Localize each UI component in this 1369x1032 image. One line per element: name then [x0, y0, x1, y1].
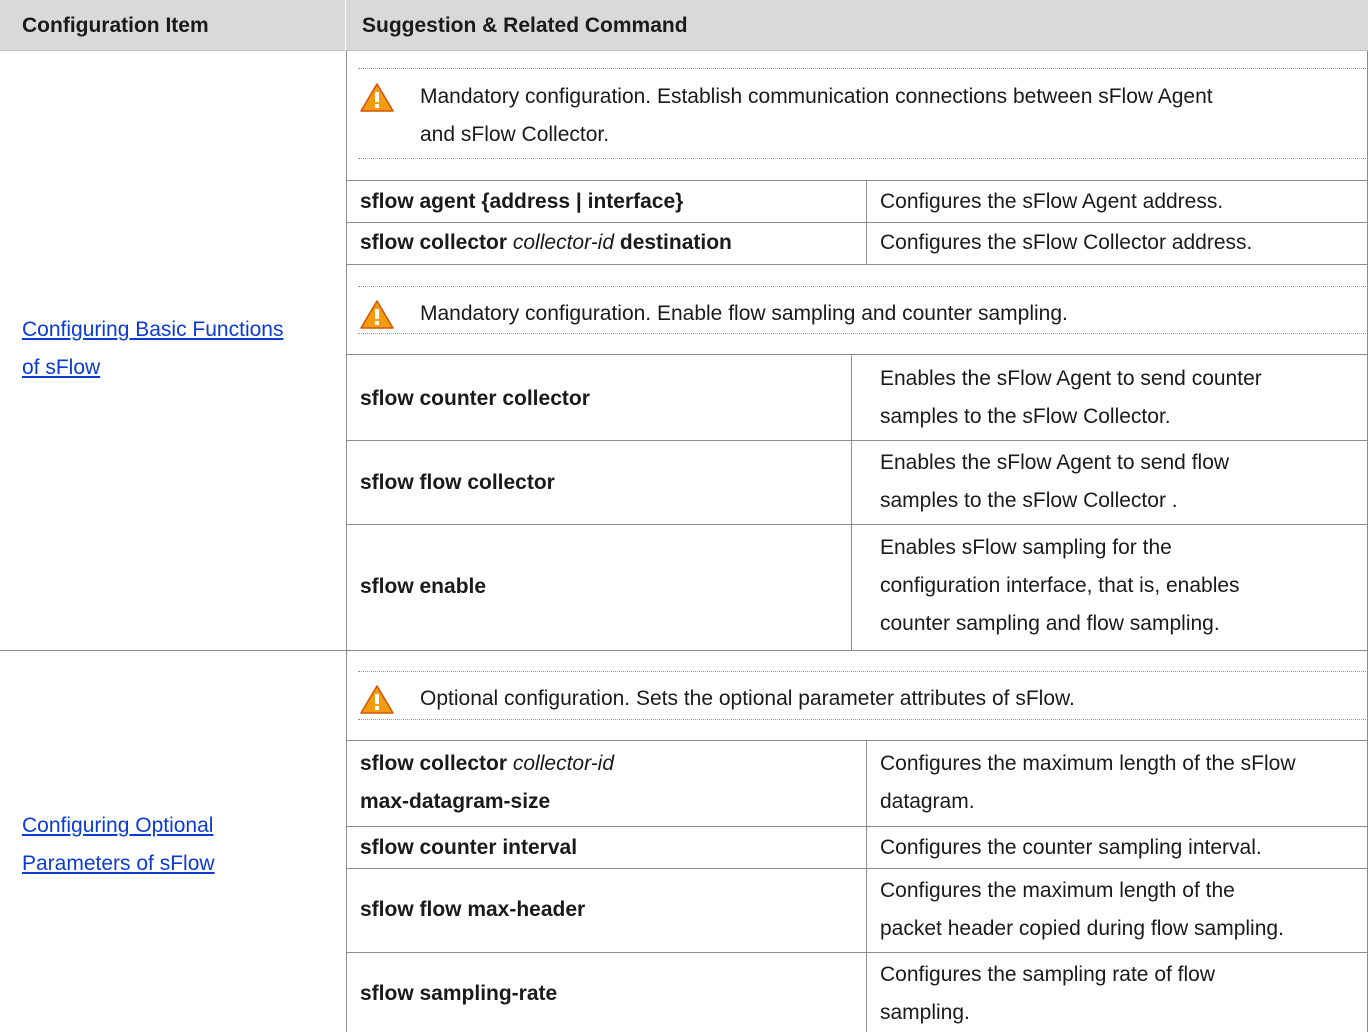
command-sflow-counter-interval: sflow counter interval: [360, 836, 578, 859]
note-text: Mandatory configuration. Establish commu…: [420, 78, 1369, 154]
row-divider: [346, 740, 1368, 741]
column-divider: [346, 51, 347, 1032]
description: Enables the sFlow Agent to send counter …: [880, 360, 1360, 436]
row-divider: [346, 524, 1368, 525]
link-line-1: Configuring Optional: [22, 814, 214, 837]
description: Enables the sFlow Agent to send flow sam…: [880, 444, 1360, 520]
description: Configures the counter sampling interval…: [880, 836, 1262, 859]
desc-line: counter sampling and flow sampling.: [880, 612, 1220, 635]
command-sflow-flow-collector: sflow flow collector: [360, 471, 555, 494]
section-basic-functions-cell: Configuring Basic Functions of sFlow: [0, 311, 346, 387]
row-divider: [346, 868, 1368, 869]
cmd-desc-divider: [866, 740, 867, 1032]
note-line-1: Mandatory configuration. Establish commu…: [420, 85, 1213, 108]
section-optional-parameters-cell: Configuring Optional Parameters of sFlow: [0, 807, 346, 883]
desc-line: datagram.: [880, 790, 975, 813]
mandatory-note-2: Mandatory configuration. Enable flow sam…: [360, 295, 1350, 333]
note-dotted-top: [358, 671, 1366, 672]
warning-triangle-icon: [360, 83, 394, 112]
cmd-param: collector-id: [512, 231, 615, 254]
note-dotted-bottom: [358, 158, 1366, 159]
desc-line: samples to the sFlow Collector .: [880, 489, 1178, 512]
description: Enables sFlow sampling for the configura…: [880, 529, 1360, 643]
cmd-part: max-datagram-size: [360, 790, 551, 813]
description: Configures the maximum length of the pac…: [880, 872, 1360, 948]
command-sflow-enable: sflow enable: [360, 575, 487, 598]
note-text: Mandatory configuration. Enable flow sam…: [420, 302, 1068, 325]
desc-line: samples to the sFlow Collector.: [880, 405, 1171, 428]
command-sflow-flow-max-header: sflow flow max-header: [360, 898, 586, 921]
table-right-border: [1367, 51, 1368, 1032]
command-sflow-agent: sflow agent {address | interface}: [360, 190, 684, 213]
description: Configures the sFlow Agent address.: [880, 190, 1224, 213]
desc-line: Enables the sFlow Agent to send counter: [880, 367, 1262, 390]
section-divider: [0, 650, 1368, 651]
row-divider: [346, 952, 1368, 953]
row-divider: [346, 222, 1368, 223]
link-configuring-optional-parameters[interactable]: Configuring Optional Parameters of sFlow: [22, 814, 215, 875]
cmd-part: destination: [619, 231, 732, 254]
description: Configures the sampling rate of flow sam…: [880, 956, 1360, 1032]
header-suggestion-command: Suggestion & Related Command: [346, 0, 1368, 51]
command-sflow-counter-collector: sflow counter collector: [360, 387, 590, 410]
command-sflow-collector-max-datagram-size: sflow collector collector-id max-datagra…: [360, 745, 860, 821]
note-dotted-bottom: [358, 333, 1366, 334]
command-sflow-collector-destination: sflow collector collector-id destination: [360, 224, 860, 262]
mandatory-note-1: Mandatory configuration. Establish commu…: [360, 78, 1350, 158]
header-configuration-item: Configuration Item: [0, 0, 346, 51]
desc-line: Enables sFlow sampling for the: [880, 536, 1172, 559]
row-divider: [346, 180, 1368, 181]
row-divider: [346, 264, 1368, 265]
note-dotted-top: [358, 286, 1366, 287]
row-divider: [346, 440, 1368, 441]
warning-triangle-icon: [360, 300, 394, 329]
desc-line: configuration interface, that is, enable…: [880, 574, 1240, 597]
note-dotted-bottom: [358, 719, 1366, 720]
row-divider: [346, 354, 1368, 355]
note-dotted-top: [358, 68, 1366, 69]
link-line-2: of sFlow: [22, 356, 101, 379]
desc-line: Enables the sFlow Agent to send flow: [880, 451, 1230, 474]
desc-line: Configures the sampling rate of flow: [880, 963, 1216, 986]
desc-line: sampling.: [880, 1001, 970, 1024]
desc-line: packet header copied during flow samplin…: [880, 917, 1284, 940]
desc-line: Configures the maximum length of the: [880, 879, 1235, 902]
link-line-1: Configuring Basic Functions: [22, 318, 284, 341]
note-line-2: and sFlow Collector.: [420, 123, 610, 146]
desc-line: Configures the maximum length of the sFl…: [880, 752, 1296, 775]
cmd-part: sflow collector: [360, 752, 508, 775]
cmd-param: collector-id: [512, 752, 615, 775]
warning-triangle-icon: [360, 685, 394, 714]
optional-note: Optional configuration. Sets the optiona…: [360, 680, 1350, 718]
description: Configures the maximum length of the sFl…: [880, 745, 1360, 821]
cmd-part: sflow collector: [360, 231, 508, 254]
configuration-table: Configuration Item Suggestion & Related …: [0, 0, 1368, 1032]
command-sflow-sampling-rate: sflow sampling-rate: [360, 982, 558, 1005]
note-text: Optional configuration. Sets the optiona…: [420, 687, 1075, 710]
row-divider: [346, 826, 1368, 827]
link-configuring-basic-functions[interactable]: Configuring Basic Functions of sFlow: [22, 318, 283, 379]
link-line-2: Parameters of sFlow: [22, 852, 215, 875]
description: Configures the sFlow Collector address.: [880, 231, 1253, 254]
